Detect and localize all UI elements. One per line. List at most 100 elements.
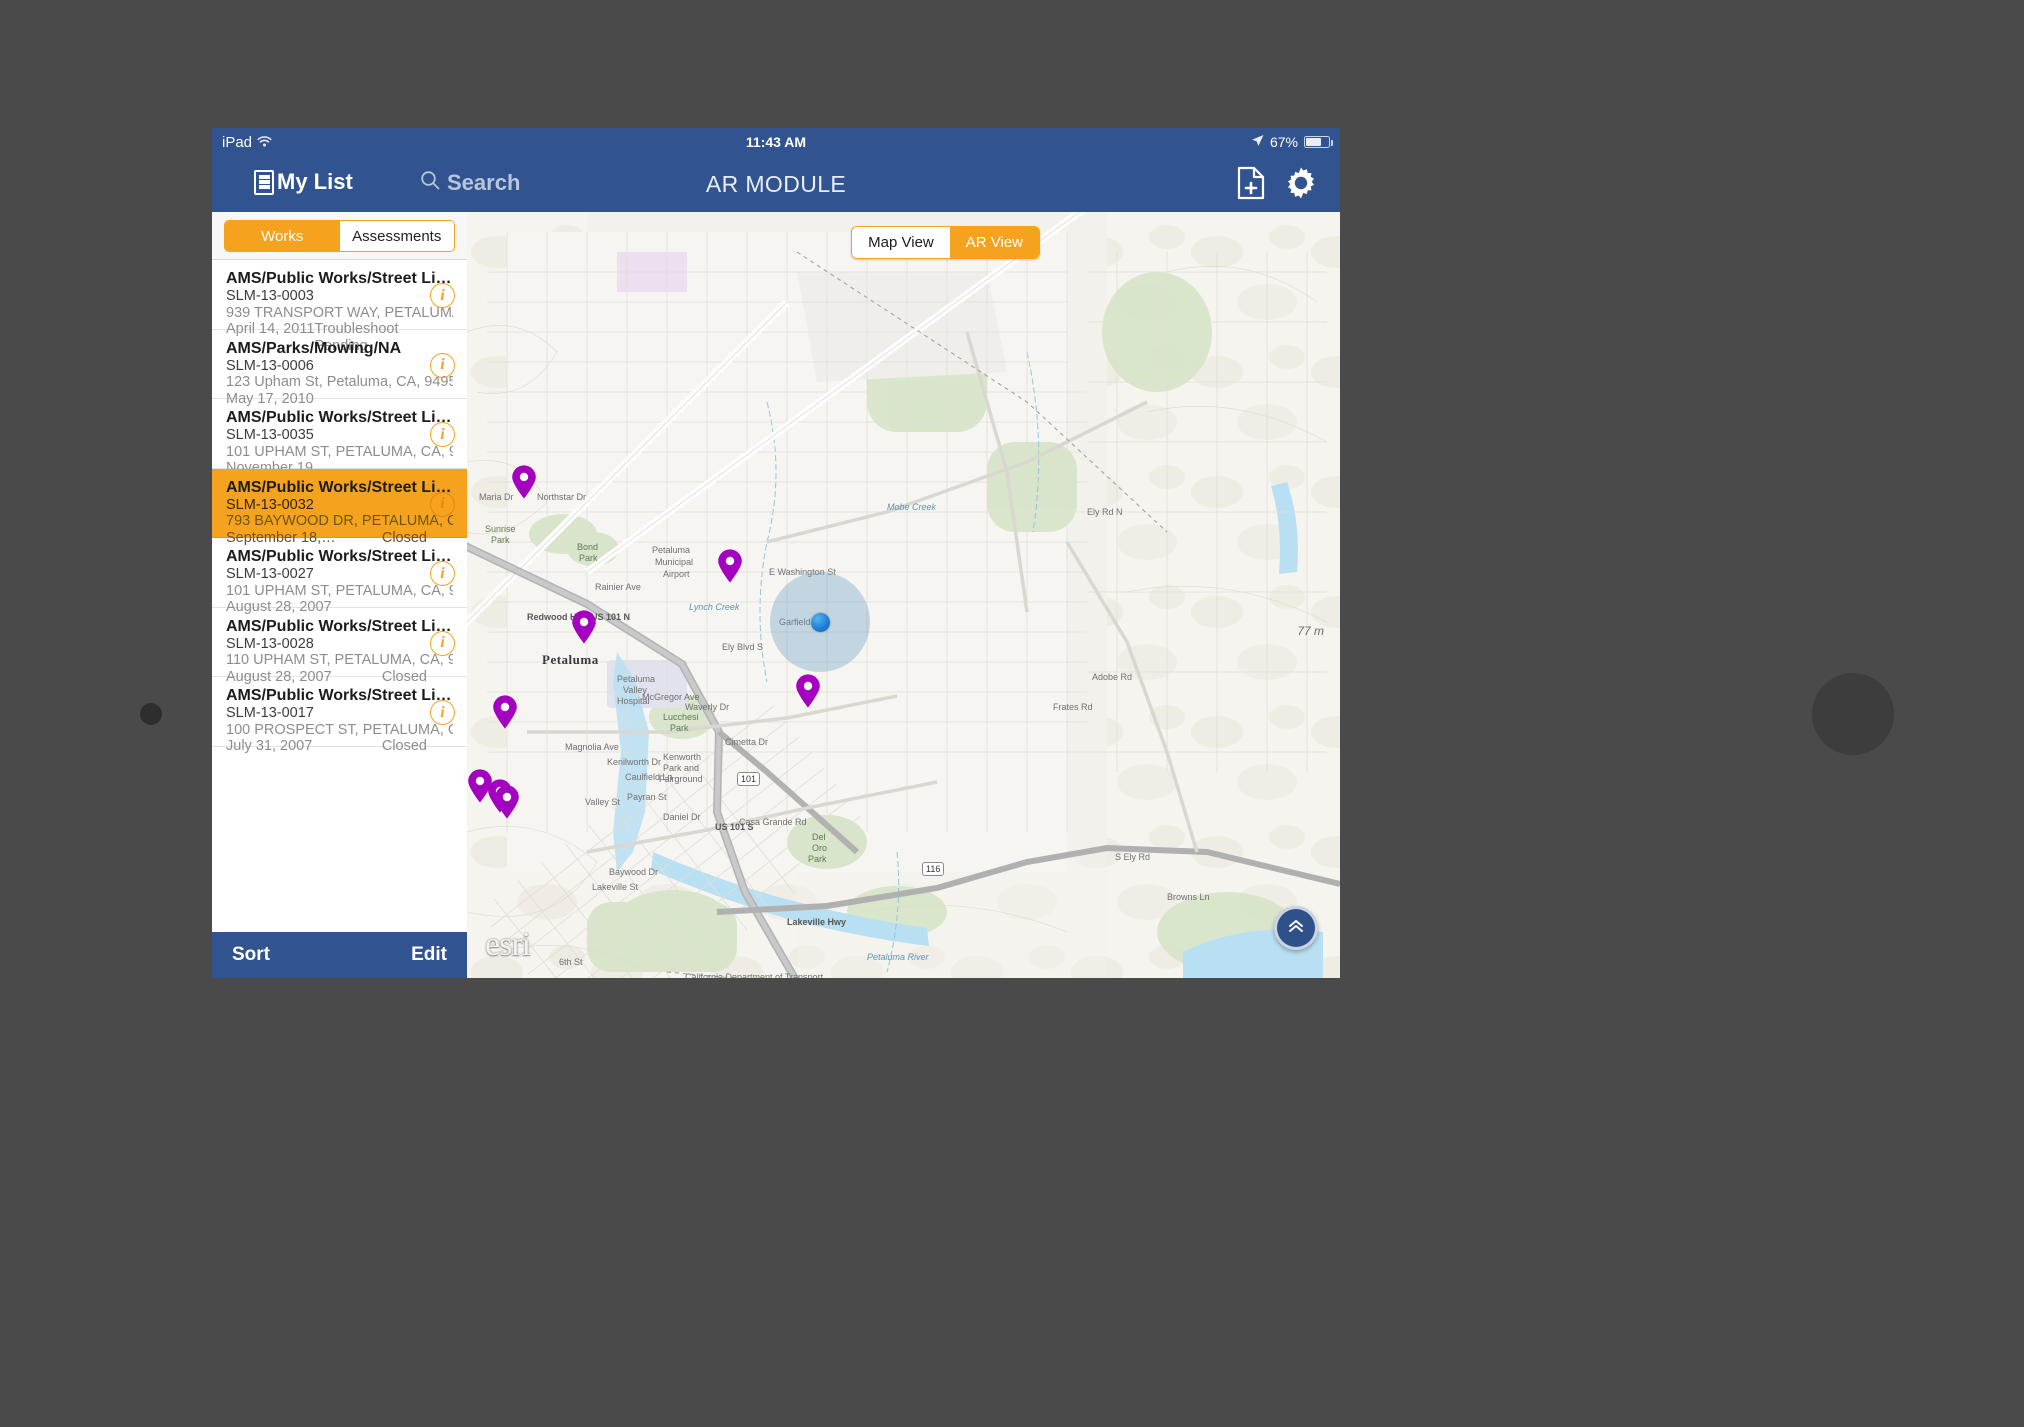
map-label: Northstar Dr	[537, 492, 587, 502]
battery-icon	[1304, 136, 1334, 148]
current-location-dot	[811, 613, 830, 632]
list-item-info-button[interactable]: i	[430, 561, 455, 587]
chevron-double-up-icon	[1285, 915, 1307, 942]
list-item[interactable]: AMS/Public Works/Street Li… SLM-13-0003 93…	[212, 260, 467, 354]
list-item[interactable]: AMS/Public Works/Street Li… SLM-13-0032 79…	[212, 468, 467, 546]
tab-works[interactable]: Works	[225, 221, 340, 251]
list-item[interactable]: AMS/Public Works/Street Li… SLM-13-0027 10…	[212, 538, 467, 615]
segmented-control[interactable]: Works Assessments	[224, 220, 455, 252]
status-bar-clock: 11:43 AM	[745, 134, 807, 150]
map-label: 6th St	[559, 957, 583, 967]
tablet-screen: iPad 11:43 AM 67% My List Search AR MODU…	[212, 128, 1340, 978]
list-item-id: SLM-13-0028	[226, 635, 314, 652]
map-label: Daniel Dr	[663, 812, 701, 822]
location-arrow-icon	[1251, 134, 1264, 150]
status-bar-right: 67%	[1251, 134, 1334, 150]
list-item[interactable]: AMS/Public Works/Street Li… SLM-13-0028 11…	[212, 608, 467, 685]
list-item[interactable]: AMS/Public Works/Street Li… SLM-13-0017 10…	[212, 677, 467, 754]
map-pin[interactable]	[494, 785, 520, 819]
map-label: Bond	[577, 542, 599, 552]
map-basemap	[467, 212, 1340, 978]
list-item-title: AMS/Public Works/Street Li…	[226, 687, 452, 704]
list-toolbar: Sort Edit	[212, 932, 467, 978]
list-item-address: 939 TRANSPORT WAY, PETALUMA, CA, 9…	[226, 304, 453, 321]
list-item[interactable]: AMS/Public Works/Street Li… SLM-13-0035 10…	[212, 399, 467, 476]
expand-panel-button[interactable]	[1274, 906, 1318, 950]
map-label: Adobe Rd	[1092, 672, 1133, 682]
map-label: Lynch Creek	[689, 602, 740, 612]
list-item-address: 793 BAYWOOD DR, PETALUMA, CA, 94952	[226, 513, 453, 529]
document-add-icon[interactable]	[1236, 166, 1266, 205]
list-item-info-button[interactable]: i	[430, 352, 455, 378]
map-label: Mobe Creek	[887, 502, 937, 512]
list-item-address: 110 UPHAM ST, PETALUMA, CA, 94952	[226, 652, 453, 668]
tab-assessments[interactable]: Assessments	[339, 221, 454, 251]
list-item-meta: July 31, 2007 Closed	[226, 738, 453, 755]
battery-percent-label: 67%	[1269, 134, 1298, 150]
map-label: Del	[812, 832, 826, 842]
map-label: Kenworth	[663, 752, 702, 762]
list-item-title: AMS/Parks/Mowing/NA	[226, 339, 402, 357]
list-item-id: SLM-13-0003	[226, 288, 314, 304]
list-item-info-button[interactable]: i	[430, 283, 455, 309]
highway-shield: 116	[922, 862, 945, 876]
edit-button[interactable]: Edit	[411, 944, 447, 966]
camera-dot	[140, 703, 162, 725]
list-item-address: 123 Upham St, Petaluma, CA, 94952	[226, 374, 453, 390]
work-order-list-panel: Works Assessments AMS/Public Works/Stree…	[212, 212, 467, 978]
list-item-id: SLM-13-0032	[226, 496, 314, 513]
home-button[interactable]	[1812, 673, 1894, 755]
list-item-title: AMS/Public Works/Street Li…	[226, 548, 452, 565]
gear-icon[interactable]	[1284, 166, 1318, 205]
map-label: Ely Blvd S	[722, 642, 764, 652]
map-pin[interactable]	[795, 674, 821, 708]
nav-actions	[1236, 166, 1318, 205]
map-label: Park	[579, 553, 598, 563]
map-pin[interactable]	[492, 695, 518, 729]
map-label: Petaluma	[542, 652, 599, 667]
map-label: Park	[670, 723, 689, 733]
list-item-title: AMS/Public Works/Street Li…	[226, 617, 452, 635]
status-bar: iPad 11:43 AM 67%	[212, 128, 1340, 156]
map-label: Municipal	[655, 557, 694, 567]
map-label: US 101 S	[715, 822, 754, 832]
map-view[interactable]: Petaluma Petaluma Municipal Airport Sunrise P…	[467, 212, 1340, 978]
list-item-info-button[interactable]: i	[430, 700, 455, 726]
esri-attribution-logo: esri	[485, 926, 531, 963]
work-order-list[interactable]: AMS/Public Works/Street Li… SLM-13-0003 93…	[212, 260, 467, 932]
map-label: Petaluma	[617, 674, 656, 684]
map-label: Maria Dr	[479, 492, 514, 502]
map-pin[interactable]	[571, 610, 597, 644]
map-view-tab[interactable]: Map View	[852, 227, 950, 258]
map-label: Waverly Dr	[685, 702, 730, 712]
map-label: Park	[491, 535, 510, 545]
list-item[interactable]: AMS/Parks/Mowing/NA SLM-13-0006 123 Upham …	[212, 330, 467, 407]
page-title: AR MODULE	[705, 171, 847, 197]
map-label: Valley St	[585, 797, 620, 807]
map-label: California Department of Transport	[685, 972, 824, 978]
list-item-status: Closed	[381, 738, 427, 754]
segmented-control-wrapper: Works Assessments	[212, 212, 467, 260]
map-label: Magnolia Ave	[565, 742, 619, 752]
sort-button[interactable]: Sort	[232, 944, 270, 966]
map-label: Sunrise	[485, 524, 516, 534]
ar-view-tab[interactable]: AR View	[949, 227, 1039, 258]
map-label: Lakeville St	[592, 882, 639, 892]
map-label: Park	[808, 854, 827, 864]
map-label: McGregor Ave	[642, 692, 700, 702]
map-label: Petaluma River	[867, 952, 929, 962]
list-item-id: SLM-13-0006	[226, 357, 314, 374]
list-item-info-button[interactable]: i	[430, 491, 455, 517]
list-item-id: SLM-13-0035	[226, 427, 314, 443]
map-pin[interactable]	[717, 549, 743, 583]
map-label: Lakeville Hwy	[787, 917, 847, 927]
map-pin[interactable]	[511, 465, 537, 499]
list-item-info-button[interactable]: i	[430, 422, 455, 448]
list-item-info-button[interactable]: i	[430, 630, 455, 656]
map-label: Baywood Dr	[609, 867, 659, 877]
map-label: Rainier Ave	[595, 582, 641, 592]
list-item-address: 101 UPHAM ST, PETALUMA, CA, 94952	[226, 582, 453, 599]
map-label: Petaluma	[652, 545, 691, 555]
list-item-address: 100 PROSPECT ST, PETALUMA, CA, 94952	[226, 721, 453, 738]
map-view-toggle[interactable]: Map View AR View	[851, 226, 1040, 259]
